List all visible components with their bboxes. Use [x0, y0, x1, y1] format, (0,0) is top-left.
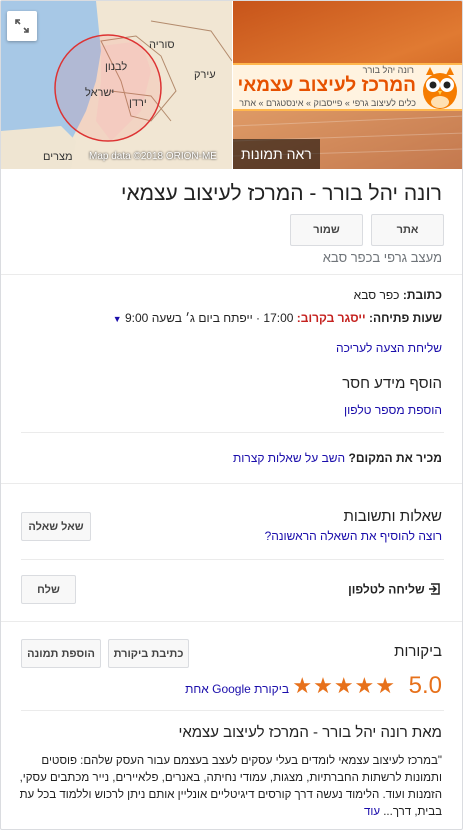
address-label: כתובת: [402, 288, 442, 302]
map-label-egypt: מצרים [43, 151, 73, 163]
logo-subtitle: כלים לעיצוב גרפי » פייסבוק » אינסטגרם » … [239, 98, 416, 108]
divider [21, 559, 444, 560]
website-button[interactable]: אתר [371, 214, 444, 246]
logo-title: המרכז לעיצוב עצמאי [237, 75, 416, 96]
expand-map-button[interactable] [7, 11, 37, 41]
reviews-count-link[interactable]: ביקורת Google אחת [185, 682, 289, 696]
address-row: כתובת: כפר סבא [354, 288, 442, 302]
ask-question-button[interactable]: שאל שאלה [21, 512, 91, 541]
know-place-row: מכיר את המקום? השב על שאלות קצרות [233, 451, 442, 465]
business-name: רונה יהל בורר - המרכז לעיצוב עצמאי [120, 182, 442, 205]
divider [21, 710, 444, 711]
reviews-title: ביקורות [394, 643, 442, 660]
send-to-phone-label: שליחה לטלפון [348, 582, 425, 597]
logo-banner: רונה יהל בורר המרכז לעיצוב עצמאי כלים לע… [233, 63, 462, 111]
rating-stars: ★★★★★ [292, 673, 396, 698]
map-label-jordan: ירדן [129, 97, 147, 109]
map-label-iraq: עירק [194, 69, 216, 81]
rating-score: 5.0 [408, 672, 442, 699]
map-label-syria: סוריה [149, 39, 175, 51]
about-description: "במרכז לעיצוב עצמאי לומדים בעלי עסקים לע… [19, 753, 442, 821]
hours-row[interactable]: שעות פתיחה: ייסגר בקרוב: 17:00 · ייפתח ב… [113, 311, 442, 325]
divider [1, 483, 462, 484]
suggest-edit-link[interactable]: שליחת הצעה לעריכה [336, 341, 442, 355]
address-value: כפר סבא [353, 288, 400, 302]
add-photo-button[interactable]: הוספת תמונה [21, 639, 101, 668]
hero-images: סוריה לבנון עירק ישראל ירדן מצרים Map da… [1, 1, 462, 169]
expand-icon [15, 19, 29, 33]
hours-next-open: · ייפתח ביום ג׳ בשעה 9:00 [125, 311, 261, 325]
divider [21, 432, 444, 433]
send-to-phone-row[interactable]: שליחה לטלפון [348, 582, 442, 599]
qa-title: שאלות ותשובות [343, 508, 442, 525]
qa-add-question-link[interactable]: רוצה להוסיף את השאלה הראשונה? [265, 529, 442, 543]
send-button[interactable]: שלח [21, 575, 76, 604]
map-label-lebanon: לבנון [105, 61, 128, 73]
logo-owner-name: רונה יהל בורר [362, 65, 414, 75]
add-phone-link[interactable]: הוספת מספר טלפון [344, 403, 442, 417]
missing-info-title: הוסף מידע חסר [342, 375, 442, 392]
hours-status: ייסגר בקרוב: [296, 311, 366, 325]
hours-close-time: 17:00 [263, 311, 294, 325]
owl-logo-icon [423, 67, 457, 109]
save-button[interactable]: שמור [290, 214, 363, 246]
see-photos-caption[interactable]: ראה תמונות [233, 139, 320, 169]
send-to-phone-icon [428, 582, 442, 599]
know-place-label: מכיר את המקום? [348, 451, 443, 465]
hours-label: שעות פתיחה: [369, 311, 442, 325]
divider [1, 621, 462, 622]
read-more-link[interactable]: עוד [364, 806, 380, 818]
chevron-down-icon[interactable]: ▼ [113, 314, 122, 324]
map-label-israel: ישראל [85, 87, 115, 99]
knowledge-panel: סוריה לבנון עירק ישראל ירדן מצרים Map da… [0, 0, 463, 830]
about-title: מאת רונה יהל בורר - המרכז לעיצוב עצמאי [178, 724, 442, 741]
divider [1, 274, 462, 275]
write-review-button[interactable]: כתיבת ביקורת [108, 639, 189, 668]
business-category: מעצב גרפי בכפר סבא [322, 250, 442, 265]
answer-questions-link[interactable]: השב על שאלות קצרות [233, 451, 345, 465]
map-attribution: Map data ©2018 ORION-ME [89, 151, 217, 162]
map-thumbnail[interactable]: סוריה לבנון עירק ישראל ירדן מצרים Map da… [1, 1, 232, 169]
